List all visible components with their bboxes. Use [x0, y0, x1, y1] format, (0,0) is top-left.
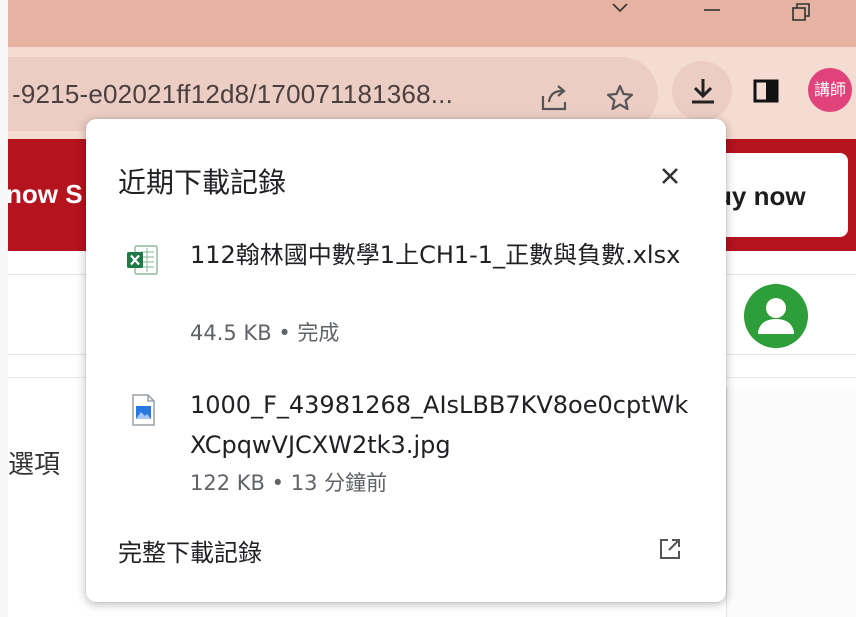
share-button[interactable] — [540, 84, 570, 117]
close-icon — [662, 168, 678, 184]
meta-separator: • — [278, 321, 291, 345]
full-download-history-link[interactable]: 完整下載記錄 — [118, 533, 262, 568]
downloads-button[interactable] — [672, 61, 732, 121]
open-in-new-icon[interactable] — [658, 537, 682, 566]
minimize-icon — [704, 9, 720, 11]
file-meta: 44.5 KB • 完成 — [190, 317, 339, 347]
downloads-title: 近期下載記錄 — [118, 166, 287, 199]
share-icon — [541, 85, 567, 111]
tab-search-button[interactable] — [596, 0, 642, 22]
user-icon — [758, 298, 794, 334]
restore-button[interactable] — [776, 0, 822, 22]
excel-file-icon — [126, 243, 160, 282]
url-text[interactable]: -9215-e02021ff12d8/170071181368... — [12, 79, 453, 110]
star-icon — [606, 84, 634, 111]
title-bar — [8, 0, 856, 47]
banner-text[interactable]: now S — [6, 179, 83, 210]
download-status: 完成 — [297, 321, 340, 345]
side-panel-icon — [753, 79, 779, 103]
download-item[interactable]: 1000_F_43981268_AIsLBB7KV8oe0cptWkXCpqwV… — [86, 379, 726, 499]
chevron-down-icon — [612, 3, 628, 13]
file-name[interactable]: 1000_F_43981268_AIsLBB7KV8oe0cptWkXCpqwV… — [190, 385, 700, 465]
file-meta: 122 KB • 13 分鐘前 — [190, 467, 387, 497]
file-size: 44.5 KB — [190, 321, 272, 345]
side-panel-button[interactable] — [753, 79, 779, 108]
download-status: 13 分鐘前 — [290, 471, 388, 495]
close-button[interactable] — [657, 163, 683, 189]
file-name[interactable]: 112翰林國中數學1上CH1-1_正數與負數.xlsx — [190, 235, 700, 275]
bookmark-button[interactable] — [606, 84, 634, 117]
options-label[interactable]: 選項 — [8, 444, 60, 481]
profile-avatar[interactable]: 講師 — [808, 68, 852, 112]
minimize-button[interactable] — [688, 0, 734, 22]
restore-icon — [792, 3, 810, 21]
downloads-bubble: 近期下載記錄 112翰林國中數學1上CH1-1_正數與負數.xlsx 44.5 … — [86, 119, 726, 602]
right-panel — [727, 387, 856, 617]
browser-window: -9215-e02021ff12d8/170071181368... 講師 no… — [0, 0, 856, 617]
download-item[interactable]: 112翰林國中數學1上CH1-1_正數與負數.xlsx 44.5 KB • 完成 — [86, 229, 726, 349]
file-size: 122 KB — [190, 471, 265, 495]
user-account-button[interactable] — [744, 284, 808, 348]
download-icon — [692, 79, 714, 104]
image-file-icon — [126, 393, 160, 432]
buy-now-label: uy now — [716, 181, 806, 211]
meta-separator: • — [271, 471, 285, 495]
